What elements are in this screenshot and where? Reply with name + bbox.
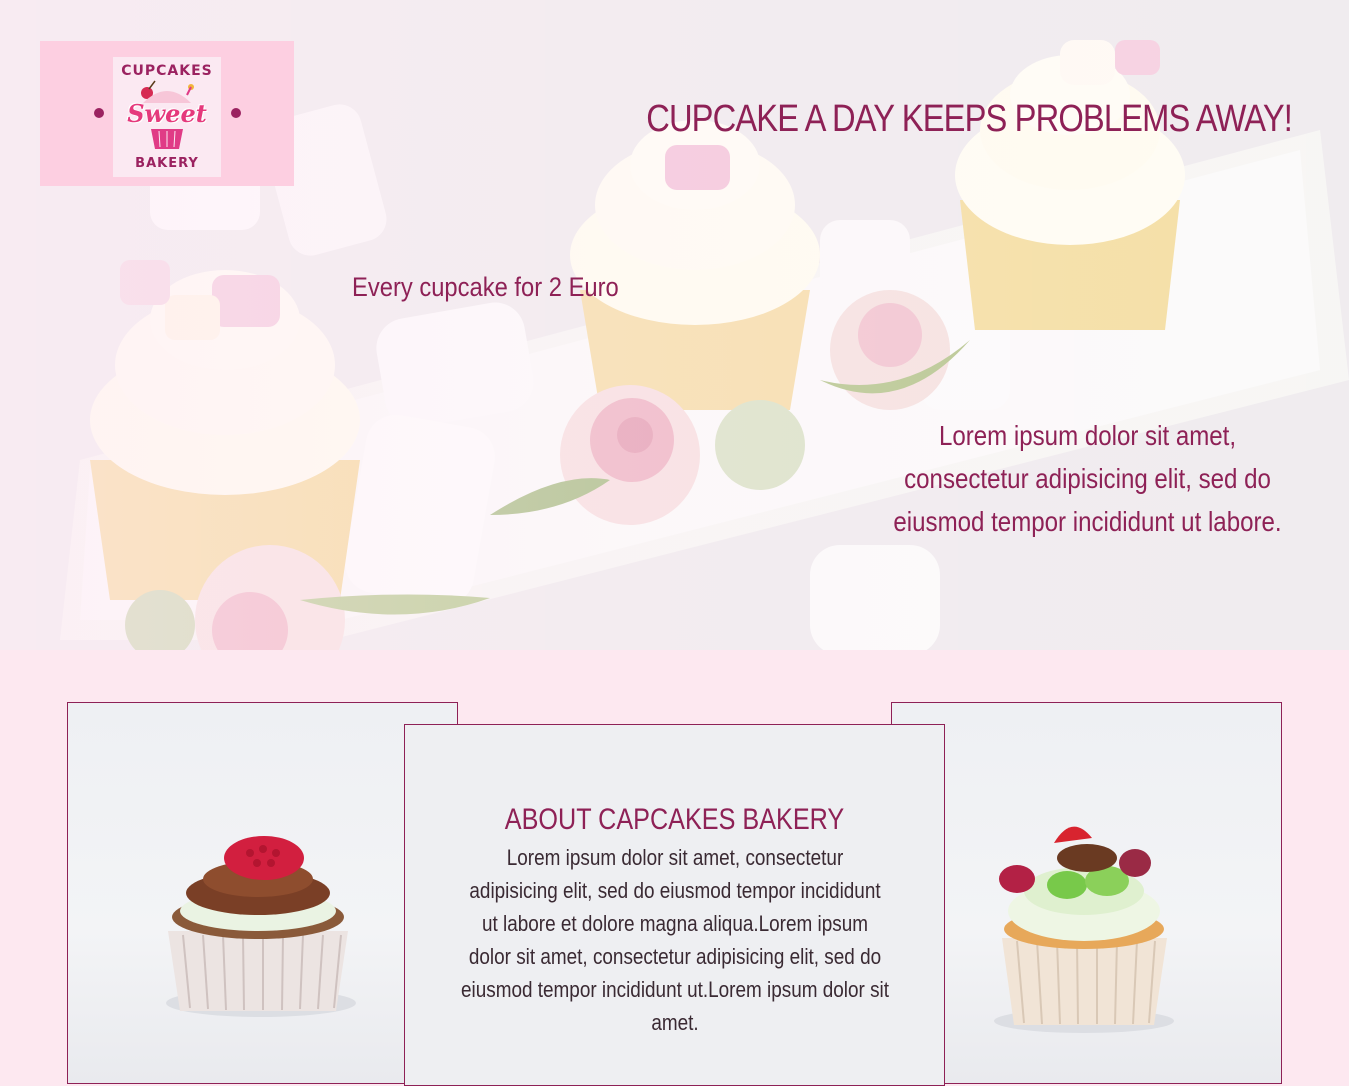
about-card: ABOUT CAPCAKES BAKERY Lorem ipsum dolor … (404, 724, 945, 1086)
cupcake-image-right (891, 702, 1282, 1084)
hero-description: Lorem ipsum dolor sit amet, consectetur … (893, 420, 1282, 537)
logo-bottom-text: BAKERY (135, 156, 199, 171)
cupcake-image-left (67, 702, 458, 1084)
logo-badge: CUPCAKES Sweet BAKERY (113, 57, 221, 177)
about-text: Lorem ipsum dolor sit amet, consectetur … (460, 845, 889, 1035)
fruit-cupcake-photo (994, 826, 1174, 1033)
hero-headline: CUPCAKE A DAY KEEPS PROBLEMS AWAY! (646, 98, 1293, 140)
logo-sweet-text: Sweet (127, 99, 207, 128)
logo-dot-left (94, 108, 104, 118)
raspberry-cupcake-photo (166, 836, 356, 1017)
logo-dot-right (231, 108, 241, 118)
hero-section: CUPCAKES Sweet BAKERY CUPCAKE A DAY KEEP… (0, 0, 1349, 650)
hero-price-text: Every cupcake for 2 Euro (352, 272, 619, 302)
site-logo[interactable]: CUPCAKES Sweet BAKERY (40, 41, 294, 186)
about-title: ABOUT CAPCAKES BAKERY (504, 803, 845, 836)
